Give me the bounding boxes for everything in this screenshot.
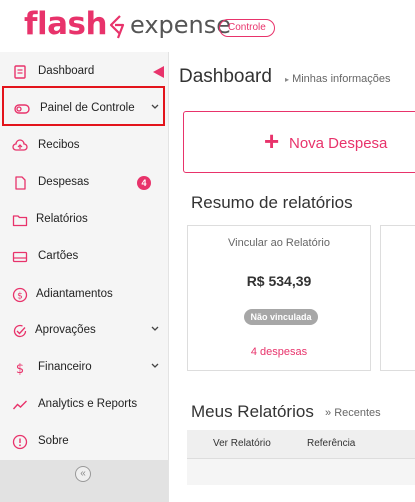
sidebar-item-label: Relatórios: [36, 213, 88, 225]
svg-text:$: $: [16, 362, 24, 376]
new-expense-label: Nova Despesa: [289, 135, 388, 152]
chevron-down-icon: [151, 363, 159, 368]
status-badge: Não vinculada: [244, 309, 318, 325]
sidebar-item-label: Dashboard: [38, 65, 95, 77]
info-icon: [12, 434, 28, 450]
sidebar-item-label: Analytics e Reports: [38, 398, 138, 410]
reports-table-body: [187, 459, 415, 485]
sidebar-item-analytics[interactable]: Analytics e Reports: [0, 386, 168, 423]
breadcrumb-arrow-icon: ▸: [285, 75, 290, 84]
sidebar-item-label: Recibos: [38, 139, 80, 151]
card-title: Vincular ao Relatório: [228, 237, 330, 249]
breadcrumb-label: Minhas informações: [292, 73, 391, 85]
chevron-down-icon: [151, 326, 159, 331]
dollar-icon: $: [16, 362, 24, 376]
card-amount: R$ 534,39: [246, 273, 312, 289]
document-icon: [15, 176, 26, 190]
sidebar-item-recibos[interactable]: Recibos: [0, 127, 168, 164]
expenses-link[interactable]: 4 despesas: [188, 346, 370, 358]
despesas-count-badge: 4: [137, 176, 151, 190]
dashboard-icon: [14, 65, 26, 79]
check-circle-icon: [13, 324, 27, 338]
plus-icon: +: [264, 126, 280, 156]
brand-logo-expense: expense: [130, 11, 232, 39]
collapse-sidebar-button[interactable]: «: [75, 466, 91, 482]
summary-card: Vincular ao Relatório R$ 534,39 Não vinc…: [187, 225, 371, 371]
column-header[interactable]: Referência: [307, 438, 355, 449]
sidebar-item-label: Sobre: [38, 435, 69, 447]
folder-icon: [12, 215, 28, 227]
app-header: flash expense Controle: [0, 0, 415, 52]
sidebar-item-label: Adiantamentos: [36, 288, 113, 300]
new-expense-button[interactable]: + Nova Despesa: [183, 111, 415, 173]
reports-subtitle-label: Recentes: [334, 407, 381, 419]
sidebar-item-label: Aprovações: [35, 324, 96, 336]
active-indicator: [153, 66, 164, 78]
brand-mark-icon: [109, 15, 125, 39]
reports-title: Meus Relatórios: [191, 402, 314, 421]
dollar-circle-icon: $: [12, 287, 28, 303]
brand-logo-flash[interactable]: flash: [24, 6, 108, 42]
sidebar-item-financeiro[interactable]: $ Financeiro: [0, 349, 168, 386]
sidebar-item-cartoes[interactable]: Cartões: [0, 238, 168, 275]
sidebar-item-label: Despesas: [38, 176, 90, 188]
reports-table-header: Ver Relatório Referência: [187, 430, 415, 459]
sidebar-item-relatorios[interactable]: Relatórios: [0, 201, 168, 238]
sidebar-item-aprovacoes[interactable]: Aprovações: [0, 312, 168, 349]
reports-subtitle: » Recentes: [325, 407, 381, 419]
svg-text:$: $: [17, 292, 23, 302]
upload-cloud-icon: [12, 139, 28, 151]
sidebar-item-dashboard[interactable]: Dashboard: [0, 53, 168, 90]
breadcrumb[interactable]: ▸ Minhas informações: [285, 73, 391, 85]
sidebar-item-label: Financeiro: [38, 361, 92, 373]
card-icon: [12, 251, 28, 263]
reports-subtitle-separator: »: [325, 407, 332, 419]
summary-title: Resumo de relatórios: [191, 193, 353, 212]
product-badge: Controle: [219, 19, 275, 37]
sidebar-item-label: Cartões: [38, 250, 79, 262]
sidebar-item-adiantamentos[interactable]: $ Adiantamentos: [0, 276, 168, 313]
highlight-box: [2, 86, 165, 126]
page-title: Dashboard: [179, 66, 272, 87]
sidebar-item-sobre[interactable]: Sobre: [0, 423, 168, 460]
summary-card-partial: [380, 225, 415, 371]
trend-icon: [12, 400, 27, 410]
column-header[interactable]: Ver Relatório: [213, 438, 271, 449]
